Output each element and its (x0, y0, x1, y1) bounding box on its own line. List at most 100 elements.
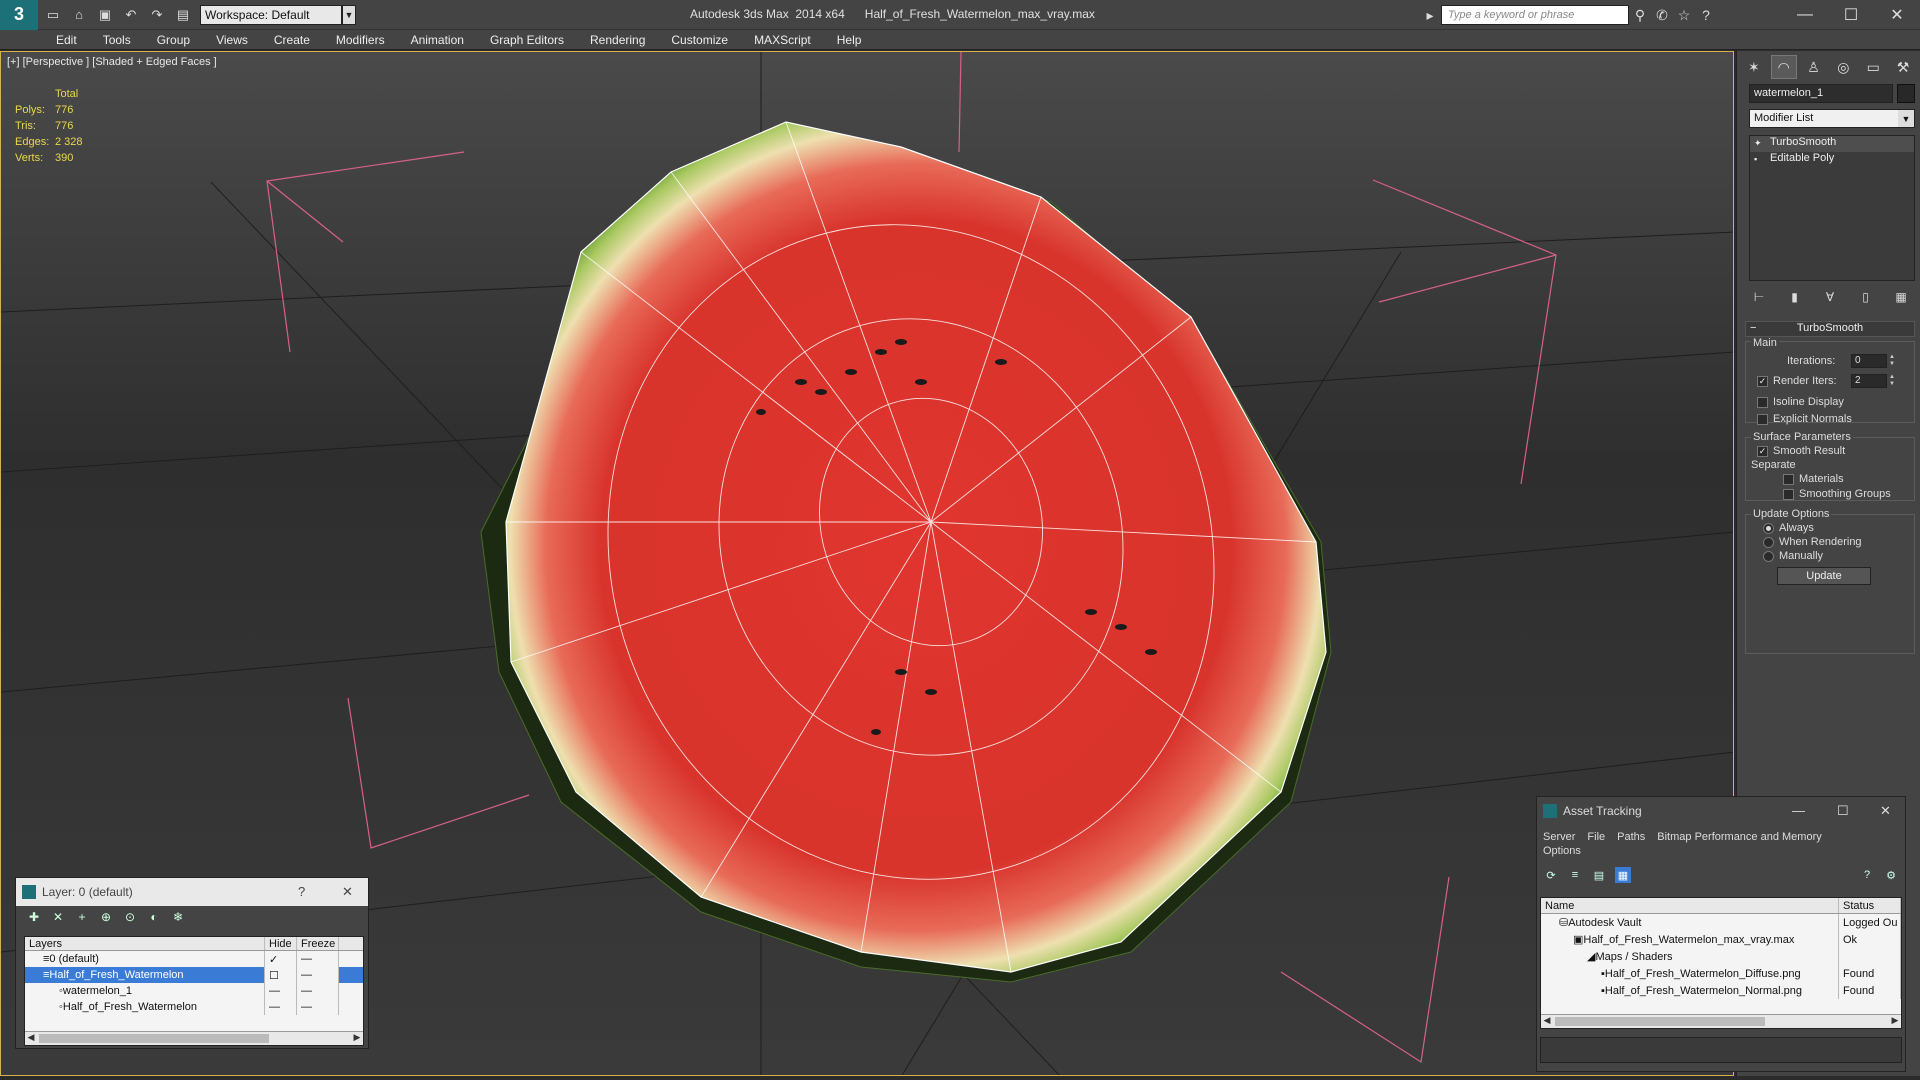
hide-toggle[interactable]: — (265, 983, 297, 999)
table-view-icon[interactable]: ▦ (1615, 867, 1631, 883)
horizontal-scrollbar[interactable]: ◀ ▶ (25, 1031, 363, 1045)
isoline-display-checkbox[interactable] (1757, 397, 1768, 408)
object-name-input[interactable]: watermelon_1 (1749, 84, 1893, 103)
column-layers[interactable]: Layers (25, 937, 265, 950)
lightbulb-icon[interactable]: ✦ (1754, 138, 1764, 148)
menu-options[interactable]: Options (1537, 845, 1905, 861)
menu-views[interactable]: Views (216, 33, 248, 47)
maximize-icon[interactable]: ☐ (1837, 803, 1849, 819)
update-button[interactable]: Update (1777, 567, 1871, 585)
explicit-normals-checkbox[interactable] (1757, 414, 1768, 425)
utilities-tab-icon[interactable]: ⚒ (1890, 55, 1916, 79)
remove-modifier-icon[interactable]: ▯ (1856, 287, 1876, 307)
scrollbar-thumb[interactable] (1555, 1017, 1765, 1026)
menu-help[interactable]: Help (837, 33, 862, 47)
undo-icon[interactable]: ↶ (120, 4, 142, 26)
freeze-toggle[interactable]: — (297, 951, 339, 967)
search-input[interactable]: Type a keyword or phrase (1441, 5, 1629, 25)
scroll-left-icon[interactable]: ◀ (25, 1032, 37, 1043)
help-icon[interactable]: ? (1859, 867, 1875, 883)
minimize-button[interactable]: — (1782, 0, 1828, 30)
watermelon-slice[interactable] (480, 121, 1332, 983)
column-hide[interactable]: Hide (265, 937, 297, 950)
object-color-swatch[interactable] (1897, 84, 1915, 103)
menu-animation[interactable]: Animation (411, 33, 464, 47)
column-freeze[interactable]: Freeze (297, 937, 339, 950)
menu-customize[interactable]: Customize (671, 33, 728, 47)
pin-stack-icon[interactable]: ⊢ (1749, 287, 1769, 307)
favorites-star-icon[interactable]: ☆ (1673, 5, 1695, 25)
help-icon[interactable]: ? (298, 884, 305, 899)
menu-modifiers[interactable]: Modifiers (336, 33, 385, 47)
settings-icon[interactable]: ⚙ (1883, 867, 1899, 883)
maximize-button[interactable]: ☐ (1828, 0, 1874, 30)
close-icon[interactable]: ✕ (1880, 803, 1891, 819)
tree-view-icon[interactable]: ▤ (1591, 867, 1607, 883)
modifier-list-dropdown[interactable]: Modifier List ▼ (1749, 109, 1915, 128)
menu-paths[interactable]: Paths (1617, 831, 1645, 845)
menu-create[interactable]: Create (274, 33, 310, 47)
hierarchy-tab-icon[interactable]: ♙ (1801, 55, 1827, 79)
delete-layer-icon[interactable]: ✕ (50, 909, 66, 925)
layer-row[interactable]: ◦ watermelon_1— — (25, 983, 363, 999)
asset-row[interactable]: ▪ Half_of_Fresh_Watermelon_Normal.png Fou… (1541, 982, 1901, 999)
turbosmooth-rollout-header[interactable]: − TurboSmooth (1745, 321, 1915, 337)
hide-toggle[interactable]: — (265, 999, 297, 1015)
workspace-dropdown[interactable]: Workspace: Default (200, 4, 342, 25)
workspace-dropdown-arrow-icon[interactable]: ▼ (342, 4, 356, 25)
stack-item-turbosmooth[interactable]: ✦ TurboSmooth (1750, 136, 1914, 152)
stack-item-editable-poly[interactable]: ▪ Editable Poly (1750, 152, 1914, 168)
scroll-left-icon[interactable]: ◀ (1541, 1015, 1553, 1026)
layer-window-titlebar[interactable]: Layer: 0 (default) (16, 878, 368, 906)
asset-row[interactable]: ⛁ Autodesk Vault Logged Ou (1541, 914, 1901, 931)
make-unique-icon[interactable]: ∀ (1820, 287, 1840, 307)
highlight-layer-icon[interactable]: ⊙ (122, 909, 138, 925)
search-expand-icon[interactable]: ▸ (1419, 5, 1441, 25)
spinner-arrows-icon[interactable]: ▲ ▼ (1889, 374, 1897, 388)
minimize-icon[interactable]: — (1792, 803, 1805, 818)
smooth-result-checkbox[interactable]: ✓ (1757, 446, 1768, 457)
layer-row[interactable]: ◦ Half_of_Fresh_Watermelon — — (25, 999, 363, 1015)
hide-toggle[interactable]: ☐ (265, 967, 297, 983)
column-name[interactable]: Name (1541, 898, 1839, 913)
freeze-toggle[interactable]: — (297, 967, 339, 983)
binoculars-icon[interactable]: ⚲ (1629, 5, 1651, 25)
save-file-icon[interactable]: ▣ (94, 4, 116, 26)
new-file-icon[interactable]: ▭ (42, 4, 64, 26)
show-end-result-icon[interactable]: ▮ (1785, 287, 1805, 307)
scroll-right-icon[interactable]: ▶ (1889, 1015, 1901, 1026)
create-layer-icon[interactable]: ✚ (26, 909, 42, 925)
menu-server[interactable]: Server (1543, 831, 1575, 845)
close-icon[interactable]: ✕ (342, 884, 353, 900)
menu-graph-editors[interactable]: Graph Editors (490, 33, 564, 47)
project-folder-icon[interactable]: ▤ (172, 4, 194, 26)
asset-row[interactable]: ▪ Half_of_Fresh_Watermelon_Diffuse.png Fo… (1541, 965, 1901, 982)
asset-window-titlebar[interactable]: Asset Tracking (1537, 797, 1905, 825)
add-to-layer-icon[interactable]: + (74, 909, 90, 925)
menu-maxscript[interactable]: MAXScript (754, 33, 811, 47)
create-tab-icon[interactable]: ✶ (1741, 55, 1767, 79)
manually-radio[interactable] (1763, 551, 1774, 562)
hide-all-icon[interactable]: ◐ (146, 909, 162, 925)
column-status[interactable]: Status (1839, 898, 1901, 913)
help-icon[interactable]: ? (1695, 5, 1717, 25)
when-rendering-radio[interactable] (1763, 537, 1774, 548)
menu-rendering[interactable]: Rendering (590, 33, 645, 47)
select-objects-icon[interactable]: ⊕ (98, 909, 114, 925)
redo-icon[interactable]: ↷ (146, 4, 168, 26)
list-view-icon[interactable]: ≡ (1567, 867, 1583, 883)
communication-center-icon[interactable]: ✆ (1651, 5, 1673, 25)
smoothing-groups-checkbox[interactable] (1783, 489, 1794, 500)
menu-file[interactable]: File (1587, 831, 1605, 845)
spinner-arrows-icon[interactable]: ▲ ▼ (1889, 354, 1897, 368)
materials-checkbox[interactable] (1783, 474, 1794, 485)
render-iters-checkbox[interactable]: ✓ (1757, 376, 1768, 387)
expand-icon[interactable]: ▪ (1754, 154, 1764, 164)
menu-edit[interactable]: Edit (56, 33, 77, 47)
menu-tools[interactable]: Tools (103, 33, 131, 47)
asset-row[interactable]: ▣ Half_of_Fresh_Watermelon_max_vray.max O… (1541, 931, 1901, 948)
menu-group[interactable]: Group (157, 33, 190, 47)
freeze-toggle[interactable]: — (297, 999, 339, 1015)
menu-bitmap-performance[interactable]: Bitmap Performance and Memory (1657, 831, 1821, 845)
viewport-label[interactable]: [+] [Perspective ] [Shaded + Edged Faces… (7, 56, 217, 68)
